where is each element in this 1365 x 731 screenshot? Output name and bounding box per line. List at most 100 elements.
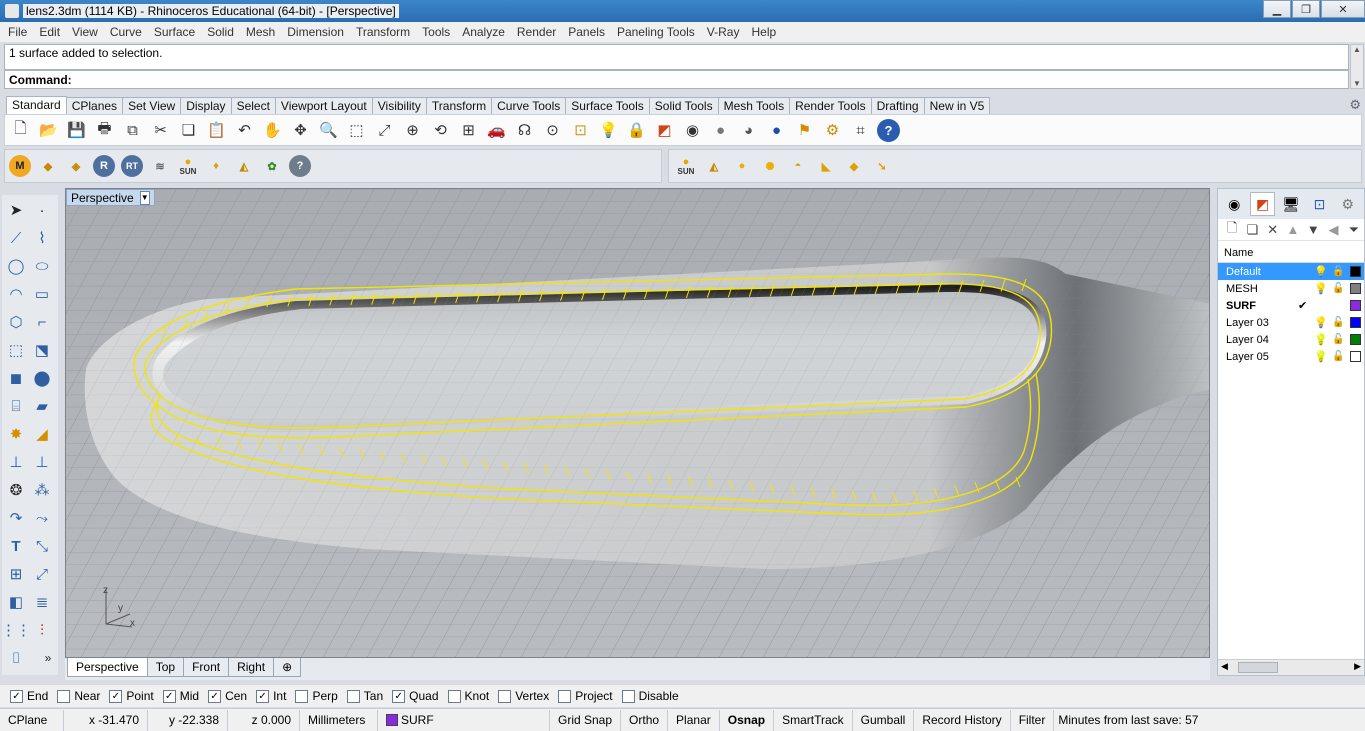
menu-curve[interactable]: Curve (104, 25, 148, 39)
vray-plane-light-icon[interactable]: ◭ (233, 155, 255, 177)
flag-icon[interactable]: ⚑ (793, 119, 816, 142)
scroll-down-icon[interactable]: ▼ (1353, 79, 1361, 88)
new-layer-icon[interactable]: 🗋 (1222, 219, 1242, 241)
vray-tag-icon[interactable]: ◈ (65, 155, 87, 177)
layer-row[interactable]: MESH 💡 🔓 (1218, 280, 1364, 297)
panel-options-gear-icon[interactable]: ⚙ (1336, 192, 1360, 216)
car-icon[interactable]: 🚗 (485, 119, 508, 142)
move-left-icon[interactable]: ◀ (1323, 222, 1343, 238)
menu-mesh[interactable]: Mesh (240, 25, 281, 39)
layer-color-swatch[interactable] (1350, 317, 1361, 328)
surface-corners-icon[interactable]: ⬚ (4, 338, 28, 362)
dimension-icon[interactable]: ⤡ (30, 534, 54, 558)
tab-select[interactable]: Select (230, 97, 276, 114)
viewport-menu-chevron-down-icon[interactable]: ▼ (139, 190, 150, 205)
vray-proxy-icon[interactable]: ✿ (261, 155, 283, 177)
plane-light-icon[interactable]: ◭ (703, 155, 725, 177)
layers-tab-icon[interactable]: ◩ (1250, 192, 1275, 216)
layer-color-swatch[interactable] (1350, 266, 1361, 277)
group-icon[interactable]: ❂ (4, 478, 28, 502)
osnap-toggle[interactable]: Osnap (720, 709, 775, 731)
vray-rt-button[interactable]: RT (121, 155, 143, 177)
osnap-checkbox[interactable] (295, 689, 309, 703)
solid-box-icon[interactable]: ◧ (4, 590, 28, 614)
mesh-icon[interactable]: ▰ (30, 394, 54, 418)
boolean-icon[interactable]: ⬤ (30, 366, 54, 390)
osnap-perp[interactable]: Perp (295, 689, 338, 703)
visibility-bulb-icon[interactable]: 💡 (1314, 282, 1328, 295)
osnap-end[interactable]: ✓ End (10, 689, 48, 703)
perspective-viewport[interactable]: z y x (65, 188, 1210, 658)
viewport-tab-right[interactable]: Right (228, 658, 275, 677)
osnap-point[interactable]: ✓ Point (109, 689, 154, 703)
vray-light-icon[interactable]: ♦ (205, 155, 227, 177)
import-icon[interactable]: ⧉ (121, 119, 144, 142)
dome-light-icon[interactable]: ◓ (787, 155, 809, 177)
osnap-disable[interactable]: Disable (621, 689, 679, 703)
zoom-icon[interactable]: 🔍 (317, 119, 340, 142)
move-down-icon[interactable]: ▼ (1303, 222, 1323, 237)
zoom-window-icon[interactable]: ⬚ (345, 119, 368, 142)
text-icon[interactable]: T (4, 534, 28, 558)
minimize-button[interactable]: ▁ (1263, 0, 1291, 18)
menu-render[interactable]: Render (511, 25, 562, 39)
osnap-icon[interactable]: ⊙ (541, 119, 564, 142)
menu-help[interactable]: Help (745, 25, 782, 39)
offset-surface-icon[interactable]: ⤳ (30, 506, 54, 530)
history-icon[interactable]: ⌗ (849, 119, 872, 142)
vray-help-button[interactable]: ? (289, 155, 311, 177)
trim-icon[interactable]: ◢ (30, 422, 54, 446)
extrude-surface-icon[interactable]: ⬔ (30, 338, 54, 362)
scroll-thumb[interactable] (1238, 662, 1278, 673)
lock-icon[interactable]: 🔓 (1332, 317, 1344, 328)
close-button[interactable]: ✕ (1321, 0, 1365, 18)
tab-drafting[interactable]: Drafting (870, 97, 925, 114)
four-viewports-icon[interactable]: ⊞ (457, 119, 480, 142)
tab-solid-tools[interactable]: Solid Tools (648, 97, 719, 114)
ruler-icon[interactable]: ≣ (30, 590, 54, 614)
osnap-knot[interactable]: Knot (447, 689, 489, 703)
osnap-checkbox[interactable]: ✓ (208, 689, 222, 703)
color-wheel-icon[interactable]: ◉ (681, 119, 704, 142)
menu-paneling-tools[interactable]: Paneling Tools (611, 25, 701, 39)
osnap-project[interactable]: Project (558, 689, 613, 703)
visibility-bulb-icon[interactable]: 💡 (1314, 265, 1328, 278)
tab-render-tools[interactable]: Render Tools (789, 97, 872, 114)
viewport-title[interactable]: Perspective ▼ (66, 189, 155, 206)
menu-panels[interactable]: Panels (562, 25, 611, 39)
explode-icon[interactable]: ✸ (4, 422, 28, 446)
omni-light-icon[interactable]: ✺ (759, 155, 781, 177)
curve-icon[interactable]: ⌇ (30, 226, 54, 250)
osnap-checkbox[interactable] (621, 689, 635, 703)
material-sphere-icon[interactable]: ● (765, 119, 788, 142)
split-icon[interactable]: ⊥ (4, 450, 28, 474)
viewport-tab-front[interactable]: Front (183, 658, 230, 677)
osnap-vertex[interactable]: Vertex (498, 689, 549, 703)
layer-color-swatch[interactable] (1350, 351, 1361, 362)
filter-toggle[interactable]: Filter (1011, 709, 1055, 731)
paste-icon[interactable]: 📋 (205, 119, 228, 142)
cplane-status[interactable]: CPlane (0, 709, 64, 731)
tab-display[interactable]: Display (180, 97, 232, 114)
osnap-checkbox[interactable]: ✓ (162, 689, 176, 703)
menu-dimension[interactable]: Dimension (281, 25, 350, 39)
osnap-cen[interactable]: ✓ Cen (208, 689, 247, 703)
help-icon[interactable]: ? (877, 118, 900, 142)
polygon-icon[interactable]: ⬡ (4, 310, 28, 334)
osnap-int[interactable]: ✓ Int (256, 689, 286, 703)
move-up-icon[interactable]: ▲ (1283, 222, 1303, 237)
osnap-checkbox[interactable]: ✓ (10, 689, 23, 703)
gumball-toggle[interactable]: Gumball (853, 709, 915, 731)
osnap-checkbox[interactable] (498, 689, 512, 703)
add-viewport-tab-icon[interactable]: ⊕ (273, 658, 302, 677)
gear-icon[interactable]: ⚙ (821, 119, 844, 142)
visibility-bulb-icon[interactable]: 💡 (1314, 350, 1328, 363)
polyline-icon[interactable]: ⟋ (4, 226, 28, 250)
toolbar-options-gear-icon[interactable]: ⚙ (1349, 97, 1361, 113)
osnap-mid[interactable]: ✓ Mid (162, 689, 199, 703)
new-sublayer-icon[interactable]: ❏ (1242, 222, 1262, 238)
lock-icon[interactable]: 🔓 (1332, 266, 1344, 277)
layer-row[interactable]: SURF ✔ (1218, 297, 1364, 314)
layer-row[interactable]: Default 💡 🔓 (1218, 263, 1364, 280)
layer-color-swatch[interactable] (1350, 334, 1361, 345)
